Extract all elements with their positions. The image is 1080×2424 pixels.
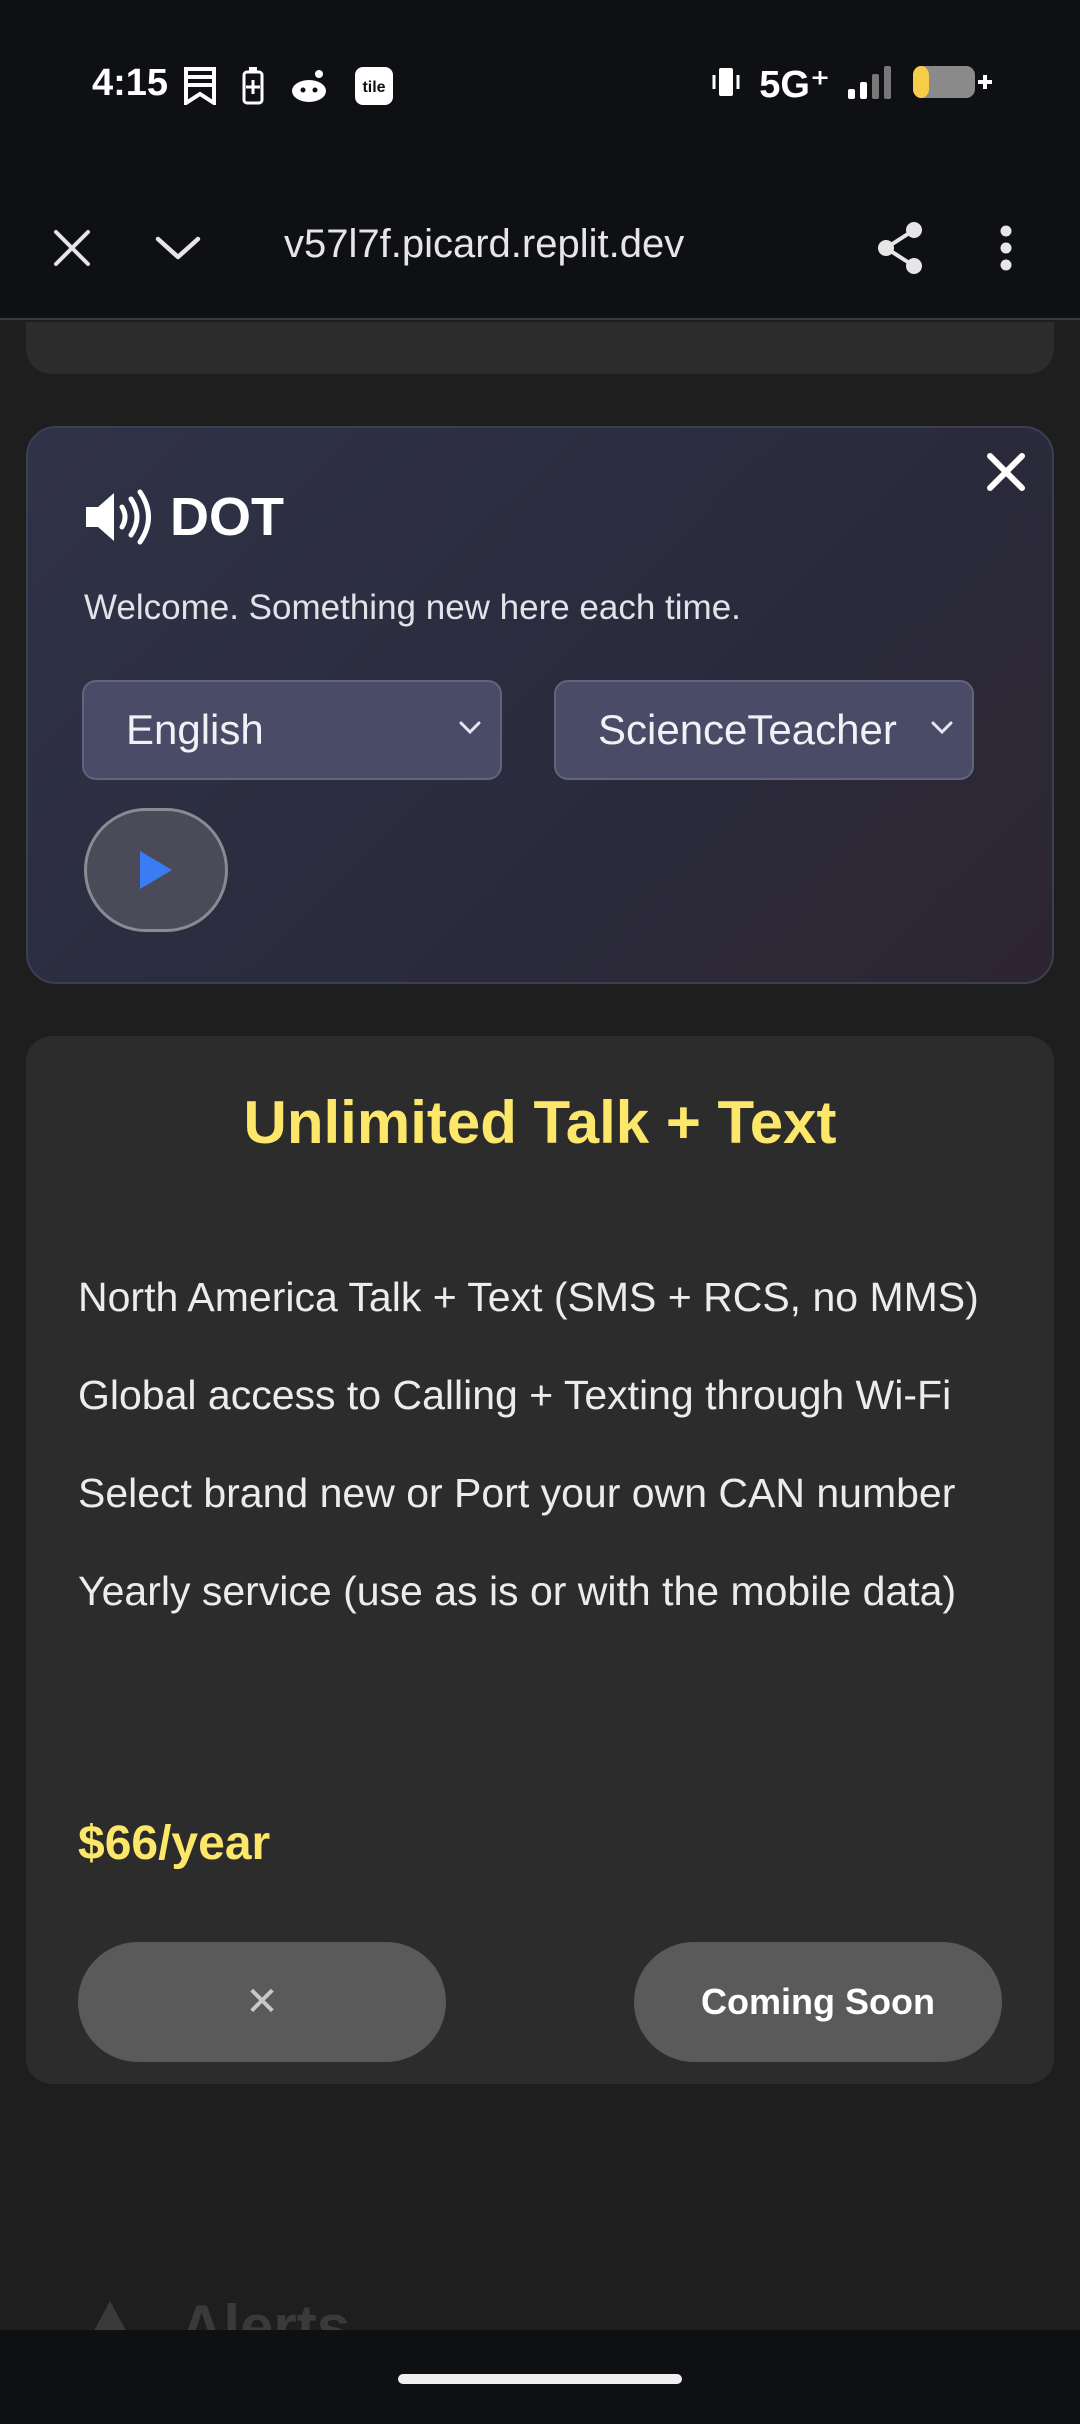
warning-icon: [93, 2300, 127, 2332]
system-nav-bar: [0, 2330, 1080, 2424]
speaker-icon: [86, 489, 151, 545]
notification-icons: tile: [184, 66, 394, 111]
web-content[interactable]: DOT Welcome. Something new here each tim…: [0, 322, 1080, 2332]
voice-select-value: ScienceTeacher: [598, 706, 897, 753]
plan-feature: Global access to Calling + Texting throu…: [78, 1372, 952, 1418]
signal-icon: [848, 65, 894, 104]
close-icon: [54, 230, 90, 266]
url-display[interactable]: v57l7f.picard.replit.dev: [284, 222, 784, 267]
tile-app-label: tile: [362, 79, 385, 96]
dot-title: DOT: [170, 487, 284, 547]
close-icon: [987, 453, 1025, 491]
alerts-section-peek: Alerts: [80, 2292, 350, 2332]
plan-feature: Yearly service (use as is or with the mo…: [78, 1568, 957, 1614]
status-bar: 4:15 tile 5G⁺: [0, 0, 1080, 176]
language-select[interactable]: English: [82, 680, 502, 780]
dot-panel: DOT Welcome. Something new here each tim…: [26, 426, 1054, 984]
coming-soon-label: Coming Soon: [701, 1981, 935, 2022]
dismiss-button[interactable]: ✕: [78, 1942, 446, 2062]
tile-app-icon: tile: [354, 66, 394, 111]
language-select-value: English: [126, 706, 264, 753]
alerts-heading: Alerts: [180, 2293, 351, 2332]
dot-header: DOT: [84, 486, 284, 548]
plan-feature: North America Talk + Text (SMS + RCS, no…: [78, 1274, 979, 1320]
voice-select[interactable]: ScienceTeacher: [554, 680, 974, 780]
play-button[interactable]: [84, 808, 228, 932]
plan-price: $66/year: [78, 1817, 271, 1870]
plan-feature: Select brand new or Port your own CAN nu…: [78, 1470, 956, 1516]
coming-soon-button[interactable]: Coming Soon: [634, 1942, 1002, 2062]
status-indicators: 5G⁺: [711, 62, 994, 107]
dismiss-button-label: ✕: [245, 1980, 279, 2024]
close-tab-button[interactable]: [42, 218, 102, 278]
plan-card: Unlimited Talk + Text North America Talk…: [26, 1036, 1054, 2084]
share-button[interactable]: [870, 218, 930, 278]
more-vert-icon: [1000, 225, 1012, 271]
network-type: 5G⁺: [759, 64, 830, 106]
more-options-button[interactable]: [976, 218, 1036, 278]
status-time: 4:15: [92, 62, 169, 104]
browser-toolbar: v57l7f.picard.replit.dev: [0, 176, 1080, 320]
dot-welcome-text: Welcome. Something new here each time.: [84, 588, 741, 627]
dot-close-button[interactable]: [976, 442, 1036, 502]
share-icon: [878, 222, 922, 274]
chevron-down-icon: [459, 721, 481, 735]
chevron-down-icon: [155, 236, 201, 260]
battery-saver-icon: [242, 67, 264, 110]
minimize-button[interactable]: [148, 218, 208, 278]
play-icon: [140, 851, 172, 889]
vibrate-icon: [711, 65, 741, 104]
home-indicator[interactable]: [398, 2374, 682, 2384]
chevron-down-icon: [931, 721, 953, 735]
plan-title: Unlimited Talk + Text: [243, 1089, 837, 1156]
battery-icon: [912, 64, 994, 105]
reddit-icon: [290, 69, 328, 108]
bookmark-icon: [184, 67, 216, 110]
previous-card: [26, 322, 1054, 374]
